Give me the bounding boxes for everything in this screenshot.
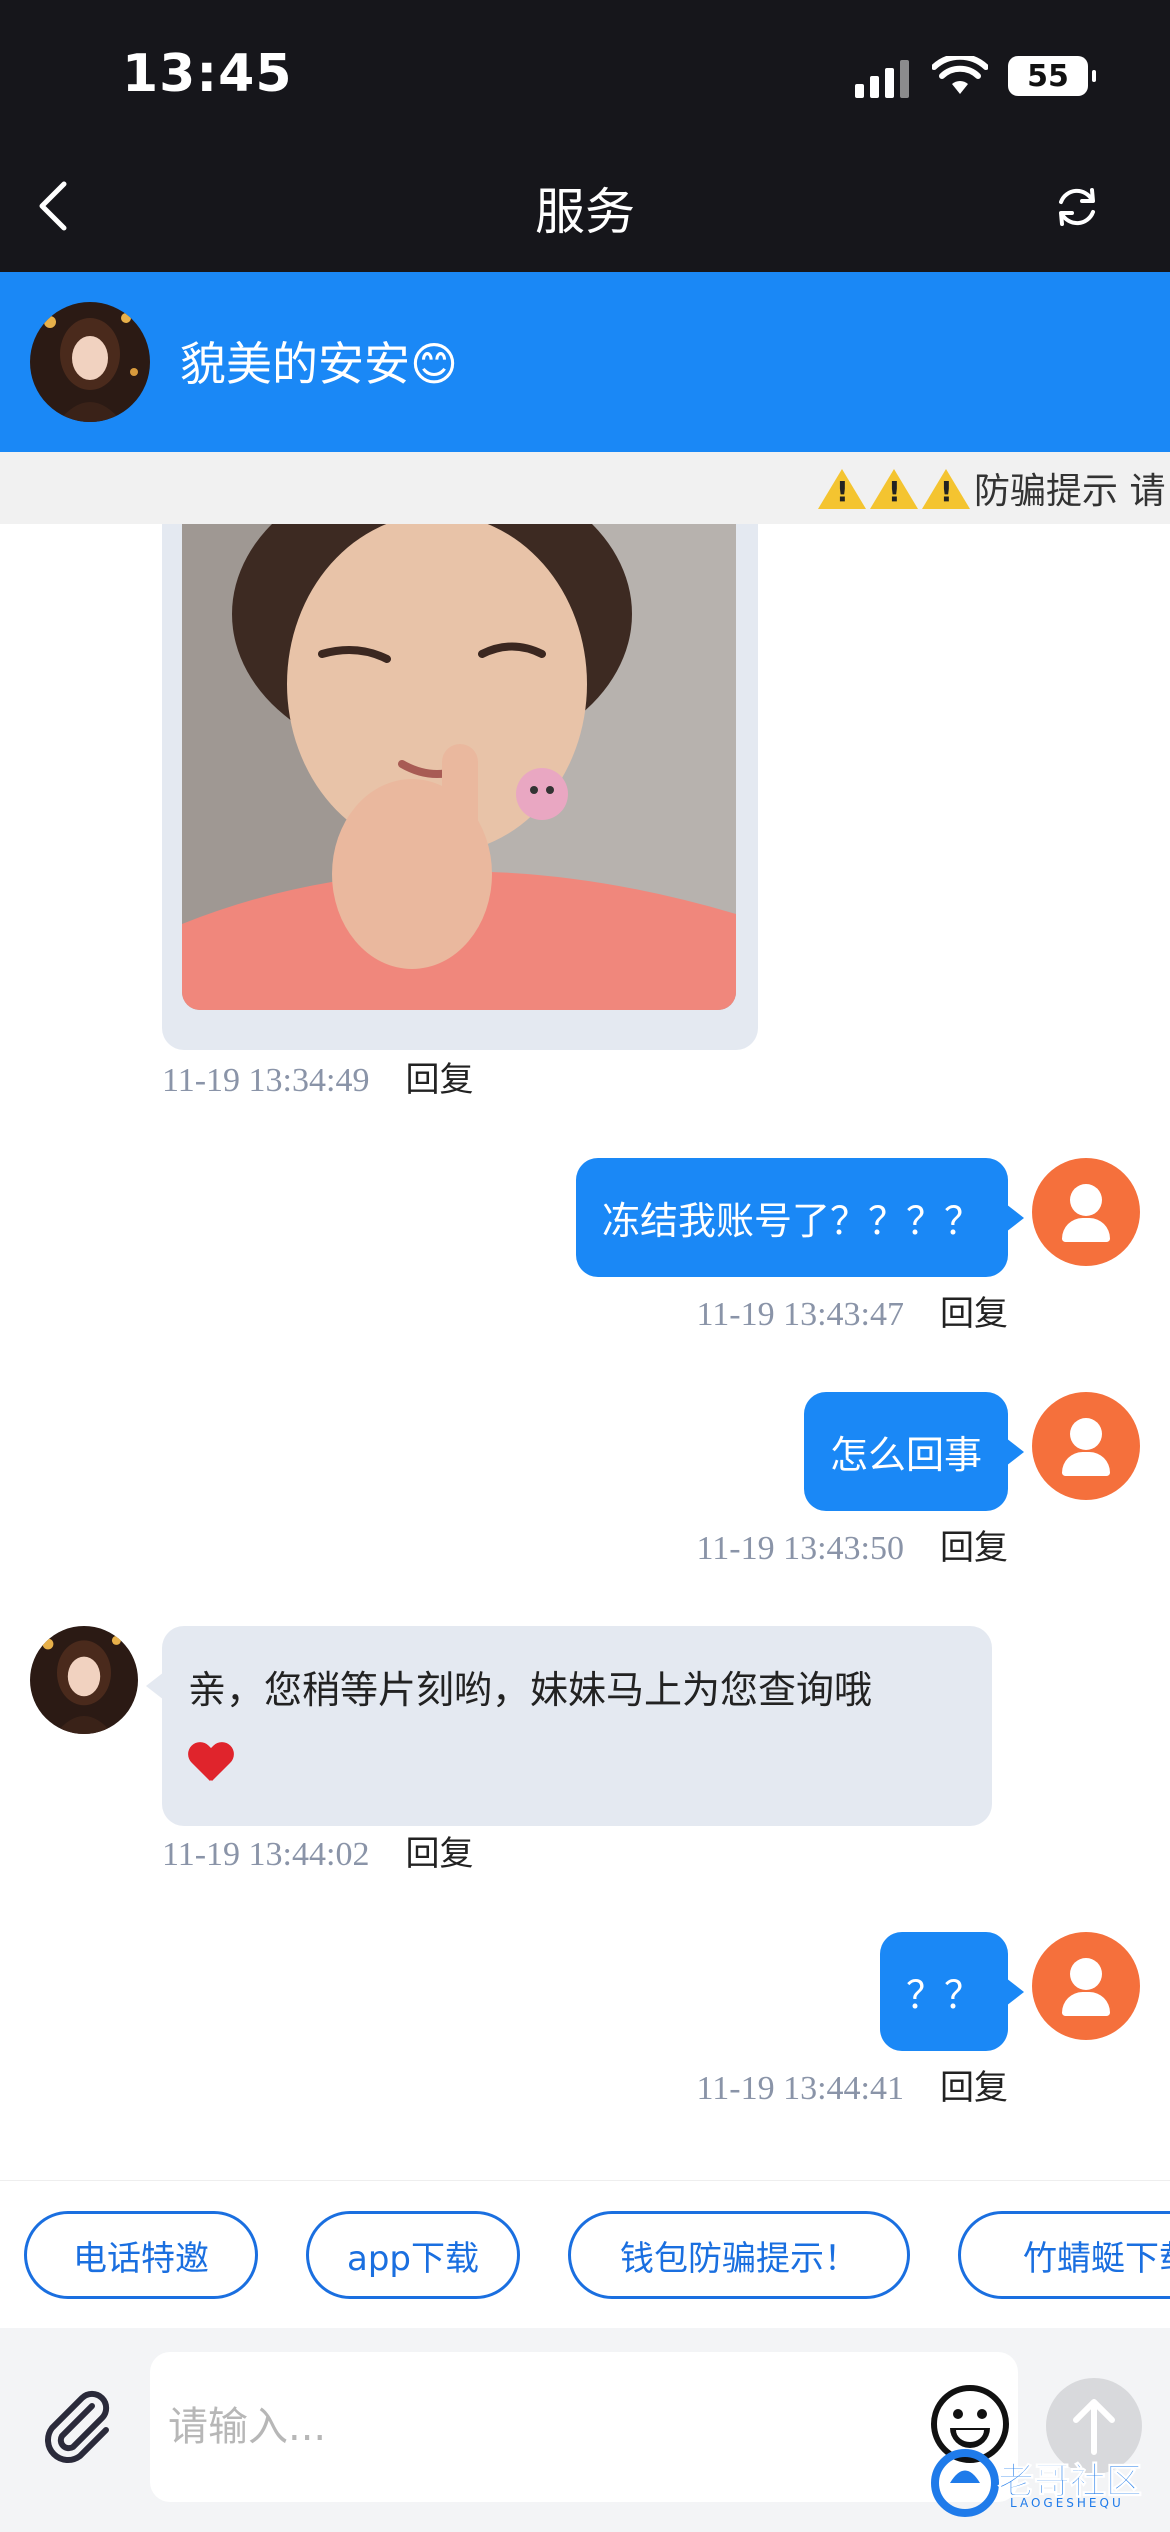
sent-message-bubble[interactable]: ？？ <box>879 1932 1025 2051</box>
agent-avatar[interactable] <box>30 1626 138 1734</box>
quick-reply-chip[interactable]: 竹蜻蜓下载 <box>958 2211 1170 2299</box>
reply-button[interactable]: 回复 <box>940 1294 1008 1334</box>
warning-icon <box>870 469 918 509</box>
reply-button[interactable]: 回复 <box>405 1834 473 1874</box>
message-time: 11-19 13:44:41 <box>696 2070 904 2107</box>
agent-header: 貌美的安安😊 <box>0 272 1170 452</box>
message-meta: 11-19 13:34:49 回复 <box>162 1052 473 1101</box>
sent-message-bubble[interactable]: 怎么回事 <box>803 1392 1025 1511</box>
warning-icon <box>818 469 866 509</box>
status-time: 13:45 <box>122 44 293 104</box>
watermark-subtext: LAOGESHEQU <box>1010 2496 1124 2510</box>
agent-avatar[interactable] <box>30 302 150 422</box>
message-time: 11-19 13:34:49 <box>162 1062 370 1099</box>
wifi-icon <box>932 56 988 94</box>
watermark-icon <box>931 2449 999 2517</box>
quick-reply-chip[interactable]: 电话特邀 <box>24 2211 258 2299</box>
notice-text-row: 防骗提示 请 <box>818 462 1165 514</box>
reply-button[interactable]: 回复 <box>405 1060 473 1100</box>
message-input[interactable] <box>150 2352 1018 2502</box>
message-time: 11-19 13:44:02 <box>162 1836 370 1873</box>
reply-button[interactable]: 回复 <box>940 2068 1008 2108</box>
warning-icon <box>922 469 970 509</box>
refresh-icon[interactable] <box>1052 182 1102 232</box>
message-time: 11-19 13:43:47 <box>696 1296 904 1333</box>
cellular-signal-icon <box>855 60 909 98</box>
reply-button[interactable]: 回复 <box>940 1528 1008 1568</box>
message-time: 11-19 13:43:50 <box>696 1530 904 1567</box>
message-meta: 11-19 13:43:50 回复 <box>697 1520 1008 1569</box>
notice-marquee: 防骗提示 请 <box>0 452 1170 524</box>
arrow-up-icon <box>1073 2399 1115 2455</box>
battery-indicator: 55 <box>1008 56 1096 96</box>
user-avatar-icon[interactable] <box>1032 1932 1140 2040</box>
sent-message-bubble[interactable]: 冻结我账号了？？？？ <box>575 1158 1025 1277</box>
page-title: 服务 <box>535 183 635 241</box>
watermark-logo: 老哥社区 LAOGESHEQU <box>930 2448 1160 2518</box>
agent-name: 貌美的安安😊 <box>180 337 458 391</box>
user-avatar-icon[interactable] <box>1032 1392 1140 1500</box>
attachment-paperclip-icon[interactable] <box>36 2384 116 2464</box>
message-meta: 11-19 13:43:47 回复 <box>697 1286 1008 1335</box>
notice-text: 防骗提示 请 <box>974 471 1166 512</box>
top-bar: 13:45 55 服务 <box>0 0 1170 272</box>
received-message-bubble[interactable]: 亲，您稍等片刻哟，妹妹马上为您查询哦 <box>146 1626 992 1826</box>
quick-reply-bar[interactable]: 电话特邀 app下载 钱包防骗提示！ 竹蜻蜓下载 <box>0 2180 1170 2328</box>
message-meta: 11-19 13:44:41 回复 <box>697 2060 1008 2109</box>
message-meta: 11-19 13:44:02 回复 <box>162 1826 473 1875</box>
chat-message-list[interactable]: 11-19 13:34:49 回复 冻结我账号了？？？？ 11-19 13:43:… <box>0 524 1170 2180</box>
user-avatar-icon[interactable] <box>1032 1158 1140 1266</box>
meme-photo[interactable] <box>182 524 736 1010</box>
received-message-text: 亲，您稍等片刻哟，妹妹马上为您查询哦 <box>188 1668 873 1712</box>
quick-reply-chip[interactable]: app下载 <box>306 2211 520 2299</box>
image-message-bubble[interactable] <box>162 524 758 1050</box>
heart-icon <box>188 1741 234 1783</box>
quick-reply-chip[interactable]: 钱包防骗提示！ <box>568 2211 910 2299</box>
